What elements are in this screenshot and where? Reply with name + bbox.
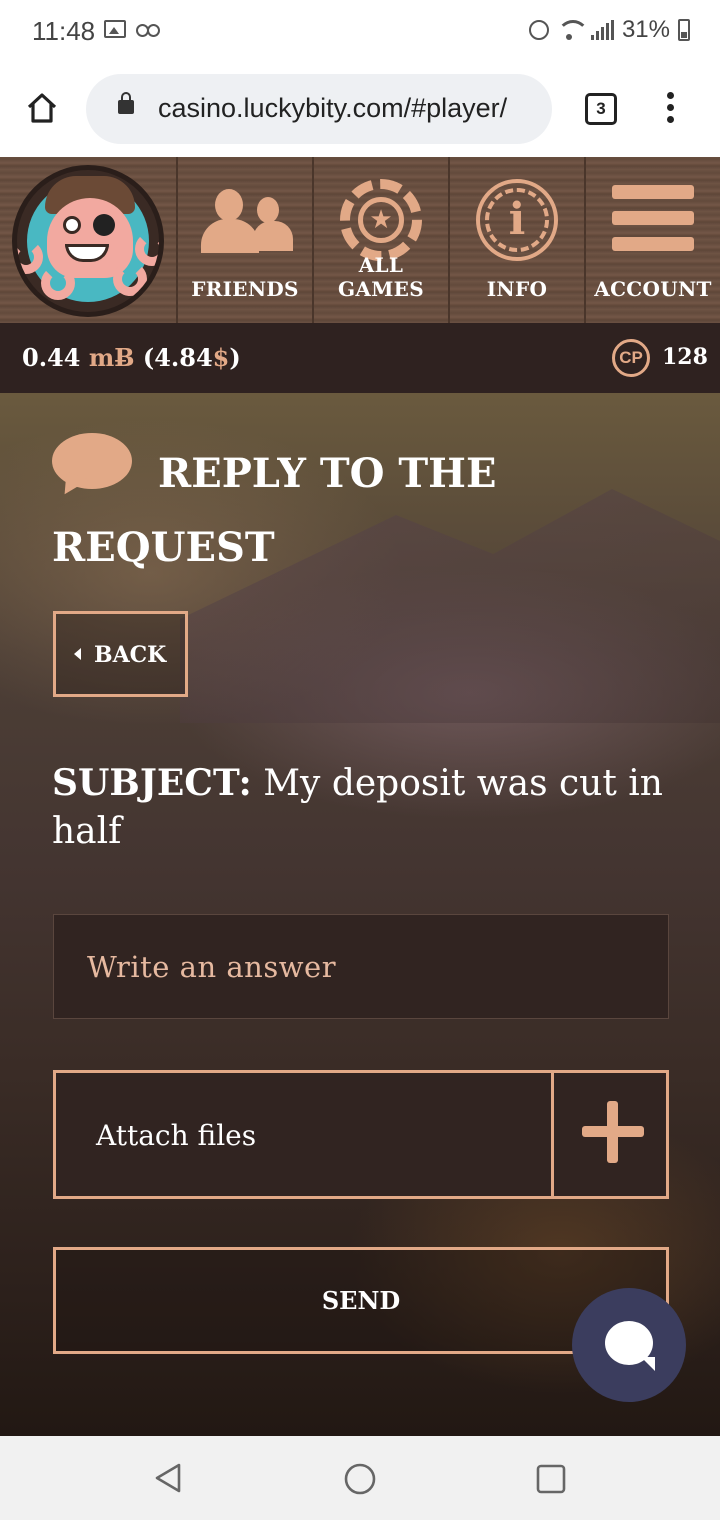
home-nav-icon[interactable] xyxy=(343,1462,377,1496)
request-subject: SUBJECT: My deposit was cut in half xyxy=(52,759,672,856)
system-nav-bar xyxy=(0,1436,720,1520)
octopus-logo[interactable] xyxy=(12,165,164,317)
attach-add-button[interactable] xyxy=(551,1073,669,1196)
nav-account[interactable]: ACCOUNT xyxy=(584,157,720,323)
nav-friends-label: FRIENDS xyxy=(191,277,299,301)
signal-icon xyxy=(590,20,614,40)
battery-percent: 31% xyxy=(621,16,670,43)
wifi-icon xyxy=(556,20,589,40)
address-bar[interactable]: casino.luckybity.com/#player/ xyxy=(86,74,552,144)
chat-icon xyxy=(605,1321,655,1371)
back-label: BACK xyxy=(94,642,167,668)
home-icon[interactable] xyxy=(26,92,58,124)
plus-icon xyxy=(582,1101,644,1163)
balance-usd-close: ) xyxy=(229,343,241,372)
browser-toolbar: casino.luckybity.com/#player/ 3 xyxy=(0,62,720,157)
friends-icon xyxy=(197,179,293,255)
url-text[interactable]: casino.luckybity.com/#player/ xyxy=(158,93,538,124)
balance-bar: 0.44 mɃ (4.84$) CP 128 xyxy=(0,323,720,393)
lock-icon xyxy=(118,92,134,114)
tab-switcher-button[interactable]: 3 xyxy=(585,93,617,125)
info-icon: i xyxy=(476,179,558,261)
comp-points-value: 128 xyxy=(662,344,708,370)
balance-usd: (4.84 xyxy=(142,343,213,372)
hamburger-menu-icon xyxy=(612,185,694,253)
nav-account-label: ACCOUNT xyxy=(594,277,712,301)
alarm-icon xyxy=(528,20,549,40)
nav-info-label: INFO xyxy=(486,277,548,301)
subject-label: SUBJECT: xyxy=(52,762,252,804)
main-content: REPLY TO THE REQUEST BACK SUBJECT: My de… xyxy=(0,393,720,1436)
attach-files-field[interactable]: Attach files xyxy=(53,1070,669,1199)
live-chat-button[interactable] xyxy=(572,1288,686,1402)
nav-info[interactable]: i INFO xyxy=(448,157,584,323)
status-bar: 11:48 31% xyxy=(0,0,720,62)
recent-apps-icon[interactable] xyxy=(535,1463,567,1495)
voicemail-icon xyxy=(136,24,160,37)
balance-unit: mɃ xyxy=(88,343,135,372)
status-time: 11:48 xyxy=(32,16,96,46)
nav-all-games[interactable]: ★ ALL GAMES xyxy=(312,157,448,323)
back-button[interactable]: BACK xyxy=(53,611,188,697)
image-notification-icon xyxy=(104,20,126,38)
status-indicators: 31% xyxy=(528,16,690,44)
browser-menu-icon[interactable] xyxy=(664,92,676,126)
caret-left-icon xyxy=(74,648,81,660)
nav-all-games-label: ALL GAMES xyxy=(338,253,424,301)
answer-input[interactable] xyxy=(53,914,669,1019)
attach-files-label: Attach files xyxy=(96,1119,257,1152)
site-header: FRIENDS ★ ALL GAMES i INFO ACCOUNT xyxy=(0,157,720,323)
battery-icon xyxy=(678,19,690,41)
balance: 0.44 mɃ (4.84$) xyxy=(22,343,241,372)
page-title: REPLY TO THE REQUEST xyxy=(52,450,497,571)
usd-symbol: $ xyxy=(212,343,230,372)
nav-friends[interactable]: FRIENDS xyxy=(176,157,312,323)
balance-amount: 0.44 xyxy=(22,343,81,372)
comp-points-icon: CP xyxy=(612,339,650,377)
casino-chip-icon: ★ xyxy=(340,179,422,261)
